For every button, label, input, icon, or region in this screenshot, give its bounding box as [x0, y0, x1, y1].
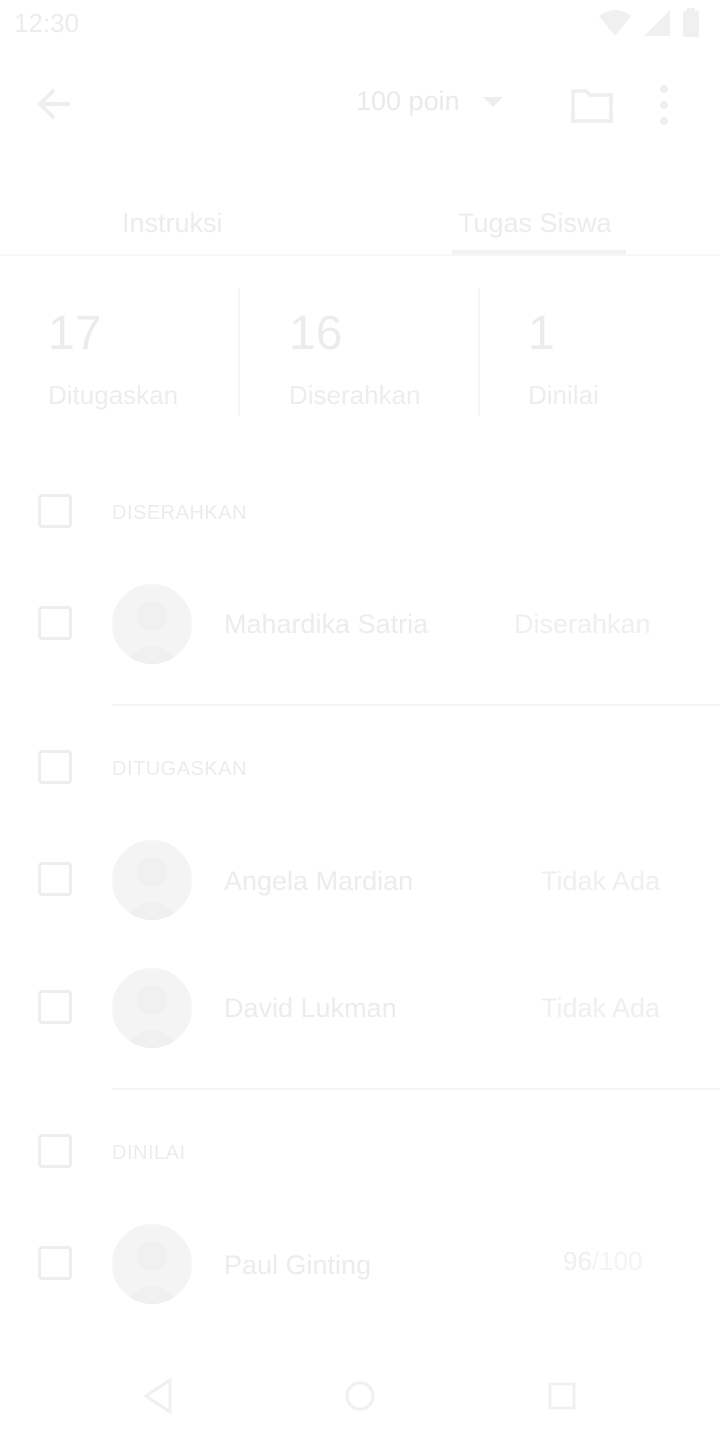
student-name: Angela Mardian: [224, 866, 414, 896]
section-submitted-checkbox[interactable]: [38, 494, 72, 528]
section-submitted-label: DISERAHKAN: [112, 502, 248, 524]
student-checkbox[interactable]: [38, 862, 72, 896]
stat-submitted-label: Diserahkan: [289, 380, 421, 410]
nav-back-icon: [143, 1377, 172, 1415]
nav-recents-button[interactable]: [540, 1374, 584, 1418]
tab-indicator: [452, 250, 626, 254]
stat-graded-value: 1: [528, 307, 555, 360]
student-name: Paul Ginting: [224, 1250, 372, 1280]
section-assigned-label: DITUGASKAN: [112, 758, 248, 780]
stat-divider: [478, 288, 480, 416]
app-bar: 100 poin: [0, 60, 720, 150]
stat-assigned-label: Ditugaskan: [48, 380, 179, 410]
stat-submitted-value: 16: [289, 307, 343, 360]
points-label: 100 poin: [356, 86, 460, 116]
stats-summary: 17 Ditugaskan 16 Diserahkan 1 Dinilai: [0, 288, 720, 416]
stat-graded-label: Dinilai: [528, 380, 599, 410]
grade-score: 96: [563, 1246, 592, 1276]
cell-signal-icon: [644, 10, 670, 36]
nav-back-button[interactable]: [136, 1374, 180, 1418]
nav-home-button[interactable]: [338, 1374, 382, 1418]
battery-icon: [683, 8, 699, 37]
person-icon: [124, 601, 180, 664]
grade-total: /100: [591, 1246, 643, 1276]
more-options-button[interactable]: [650, 82, 678, 128]
student-checkbox[interactable]: [38, 990, 72, 1024]
points-dropdown[interactable]: 100 poin: [356, 86, 504, 117]
student-checkbox[interactable]: [38, 1246, 72, 1280]
person-icon: [124, 857, 180, 920]
nav-home-icon: [345, 1381, 375, 1411]
tab-instruksi[interactable]: Instruksi: [122, 208, 223, 239]
tab-tugas-siswa[interactable]: Tugas Siswa: [458, 208, 612, 239]
avatar: [112, 968, 192, 1048]
folder-button[interactable]: [570, 86, 614, 124]
person-icon: [124, 985, 180, 1048]
student-status: Tidak Ada: [541, 866, 661, 896]
status-bar: 12:30: [0, 0, 720, 48]
section-divider: [112, 704, 720, 706]
more-vert-icon: [660, 85, 668, 125]
section-assigned-checkbox[interactable]: [38, 750, 72, 784]
folder-icon: [571, 89, 613, 123]
student-status: Diserahkan: [514, 609, 651, 639]
avatar: [112, 584, 192, 664]
section-graded-label: DINILAI: [112, 1142, 186, 1164]
status-time: 12:30: [14, 8, 80, 38]
student-status: Tidak Ada: [541, 993, 661, 1023]
student-name: David Lukman: [224, 993, 397, 1023]
status-icons: [598, 8, 700, 38]
back-button[interactable]: [34, 82, 78, 126]
dropdown-arrow-icon: [482, 96, 503, 107]
avatar: [112, 840, 192, 920]
arrow-back-icon: [37, 88, 70, 120]
wifi-icon: [599, 10, 631, 36]
stat-assigned-value: 17: [48, 307, 102, 360]
student-checkbox[interactable]: [38, 606, 72, 640]
stat-divider: [238, 288, 240, 416]
person-icon: [124, 1241, 180, 1304]
tab-bar: Instruksi Tugas Siswa: [0, 190, 720, 256]
nav-recents-icon: [548, 1382, 576, 1410]
section-graded-checkbox[interactable]: [38, 1134, 72, 1168]
section-divider: [112, 1088, 720, 1090]
system-nav-bar: [0, 1350, 720, 1440]
student-name: Mahardika Satria: [224, 609, 429, 639]
student-grade[interactable]: 96/100: [563, 1246, 643, 1277]
avatar: [112, 1224, 192, 1304]
